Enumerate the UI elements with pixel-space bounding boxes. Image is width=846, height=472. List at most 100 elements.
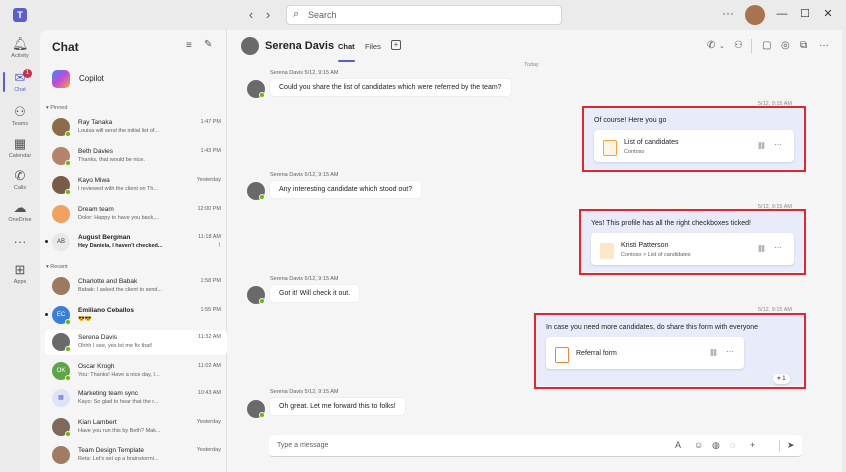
reaction-count: 1 bbox=[782, 376, 786, 382]
link-icon[interactable]: ⛓ bbox=[757, 245, 766, 253]
chevron-down-icon[interactable]: ⌄ bbox=[719, 42, 725, 50]
close-button[interactable]: ✕ bbox=[820, 6, 836, 22]
chat-time: 1:43 PM bbox=[200, 148, 221, 154]
send-icon[interactable]: ➤ bbox=[787, 440, 795, 451]
message-text: Of course! Here you go bbox=[594, 117, 667, 124]
file-card[interactable]: Kristi Patterson Contoso > List of candi… bbox=[591, 233, 794, 265]
avatar: AB bbox=[52, 233, 70, 251]
chat-preview: Ohhh I see, yes let me fix that! bbox=[78, 343, 153, 349]
tab-files[interactable]: Files bbox=[365, 42, 381, 51]
pop-out-icon[interactable]: ⧉ bbox=[800, 40, 807, 51]
list-item[interactable]: AB August Bergman Hey Daniela, I haven't… bbox=[45, 230, 227, 255]
more-options-icon[interactable]: ··· bbox=[819, 40, 829, 51]
profile-card-icon bbox=[600, 243, 614, 259]
pinned-section-header[interactable]: ▾ Pinned bbox=[46, 105, 67, 111]
maximize-button[interactable]: ☐ bbox=[797, 6, 813, 22]
form-card[interactable]: Referral form ⛓ ··· bbox=[546, 337, 744, 369]
chat-preview: You: Thanks! Have a nice day, I... bbox=[78, 372, 160, 378]
copilot-label: Copilot bbox=[79, 74, 104, 83]
add-tab-button[interactable]: + bbox=[391, 40, 401, 50]
reaction-badge[interactable]: ♥ 1 bbox=[773, 374, 790, 384]
back-arrow-icon[interactable]: ‹ bbox=[243, 7, 259, 23]
recent-section-header[interactable]: ▾ Recent bbox=[46, 264, 68, 270]
list-item[interactable]: Ray Tanaka Louisa will send the initial … bbox=[45, 115, 227, 140]
chat-list-title: Chat bbox=[52, 40, 79, 54]
link-icon[interactable]: ⛓ bbox=[757, 142, 766, 150]
teams-icon: ⚇ bbox=[14, 104, 26, 119]
list-item[interactable]: ▦ Marketing team sync Kayo: So glad to h… bbox=[45, 386, 227, 411]
outgoing-message[interactable]: In case you need more candidates, do sha… bbox=[537, 316, 803, 386]
presence-icon bbox=[65, 160, 71, 166]
forward-arrow-icon[interactable]: › bbox=[260, 7, 276, 23]
gif-icon[interactable]: ◍ bbox=[712, 440, 720, 451]
presence-icon bbox=[259, 412, 265, 418]
format-icon[interactable]: A bbox=[675, 440, 681, 450]
chat-time: 1:47 PM bbox=[200, 119, 221, 125]
incoming-message[interactable]: Any interesting candidate which stood ou… bbox=[270, 181, 422, 198]
rail-item-onedrive[interactable]: ☁︎ OneDrive bbox=[0, 196, 40, 230]
outgoing-message[interactable]: Yes! This profile has all the right chec… bbox=[582, 212, 803, 272]
message-meta: Serena Davis 5/12, 9:15 AM bbox=[270, 70, 339, 76]
profile-avatar[interactable] bbox=[745, 5, 765, 25]
search-input[interactable]: ⌕ Search bbox=[286, 5, 562, 25]
people-icon[interactable]: ⚇ bbox=[734, 40, 743, 51]
avatar[interactable] bbox=[241, 37, 259, 55]
phone-icon: ✆ bbox=[14, 168, 26, 183]
incoming-message[interactable]: Got it! Will check it out. bbox=[270, 285, 360, 302]
message-meta: Serena Davis 5/12, 9:15 AM bbox=[270, 276, 339, 282]
message-text: Yes! This profile has all the right chec… bbox=[591, 220, 751, 227]
copilot-logo-icon bbox=[52, 70, 70, 88]
copilot-icon[interactable]: ◎ bbox=[781, 40, 790, 51]
list-item[interactable]: OK Oscar Krogh You: Thanks! Have a nice … bbox=[45, 359, 227, 384]
rail-item-calls[interactable]: ✆ Calls bbox=[0, 164, 40, 198]
sticker-icon[interactable]: ◌ bbox=[730, 440, 735, 450]
rail-item-activity[interactable]: 🔔︎ Activity bbox=[0, 32, 40, 66]
list-item[interactable]: Kian Lambert Have you run this by Beth? … bbox=[45, 415, 227, 440]
list-item[interactable]: Team Design Template Reta: Let's set up … bbox=[45, 443, 227, 468]
chat-time: 11:02 AM bbox=[198, 363, 221, 369]
date-divider: Today bbox=[524, 62, 539, 68]
list-item-selected[interactable]: Serena Davis Ohhh I see, yes let me fix … bbox=[45, 330, 227, 355]
presence-icon bbox=[65, 375, 71, 381]
rail-item-calendar[interactable]: ▦ Calendar bbox=[0, 132, 40, 166]
more-options-icon[interactable]: ··· bbox=[774, 140, 782, 149]
message-time: 5/12, 9:15 AM bbox=[758, 204, 792, 210]
minimize-button[interactable]: — bbox=[774, 6, 790, 22]
file-card[interactable]: List of candidates Contoso ⛓ ··· bbox=[594, 130, 794, 162]
more-options-icon[interactable]: ··· bbox=[726, 347, 734, 356]
search-placeholder: Search bbox=[308, 10, 337, 20]
message-compose-box[interactable]: Type a message A ☺ ◍ ◌ + ➤ bbox=[269, 435, 802, 457]
contact-name[interactable]: Serena Davis bbox=[265, 40, 334, 52]
copilot-item[interactable]: Copilot bbox=[52, 68, 222, 92]
link-icon[interactable]: ⛓ bbox=[709, 349, 718, 357]
chat-name: Emiliano Ceballos bbox=[78, 307, 134, 314]
list-item[interactable]: Dream team Dolor: Happy to have you back… bbox=[45, 202, 227, 227]
card-subtitle: Contoso bbox=[624, 149, 645, 155]
new-chat-icon[interactable]: ✎ bbox=[204, 39, 212, 50]
rail-item-apps[interactable]: ⊞ Apps bbox=[0, 258, 40, 292]
list-item[interactable]: Kayo Miwa I reviewed with the client on … bbox=[45, 173, 227, 198]
rail-item-chat[interactable]: ✉︎ 1 Chat bbox=[0, 66, 40, 100]
rail-item-teams[interactable]: ⚇ Teams bbox=[0, 100, 40, 134]
chat-bubble-icon[interactable]: ▢ bbox=[762, 40, 771, 51]
emoji-icon[interactable]: ☺ bbox=[694, 440, 703, 450]
list-item[interactable]: EC Emiliano Ceballos 😎😎 1:55 PM bbox=[45, 303, 227, 328]
chat-preview: Thanks, that would be nice. bbox=[78, 157, 145, 163]
call-icon[interactable]: ✆ bbox=[707, 40, 715, 51]
incoming-message[interactable]: Oh great. Let me forward this to folks! bbox=[270, 398, 405, 415]
more-options-icon[interactable]: ··· bbox=[774, 243, 782, 252]
rail-label: Calendar bbox=[8, 153, 32, 159]
rail-label: Chat bbox=[14, 87, 26, 93]
list-item[interactable]: Beth Davies Thanks, that would be nice. … bbox=[45, 144, 227, 169]
more-options-icon[interactable]: ··· bbox=[722, 6, 734, 20]
presence-icon bbox=[65, 346, 71, 352]
outgoing-message[interactable]: Of course! Here you go List of candidate… bbox=[585, 109, 803, 169]
message-text: In case you need more candidates, do sha… bbox=[546, 324, 759, 331]
incoming-message[interactable]: Could you share the list of candidates w… bbox=[270, 79, 511, 96]
list-item[interactable]: Charlotte and Babak Babak: I asked the c… bbox=[45, 274, 227, 299]
tab-chat[interactable]: Chat bbox=[338, 42, 355, 51]
add-icon[interactable]: + bbox=[750, 440, 755, 450]
unread-dot bbox=[45, 313, 48, 316]
filter-icon[interactable]: ≡ bbox=[186, 40, 192, 51]
chat-name: Serena Davis bbox=[78, 334, 118, 341]
